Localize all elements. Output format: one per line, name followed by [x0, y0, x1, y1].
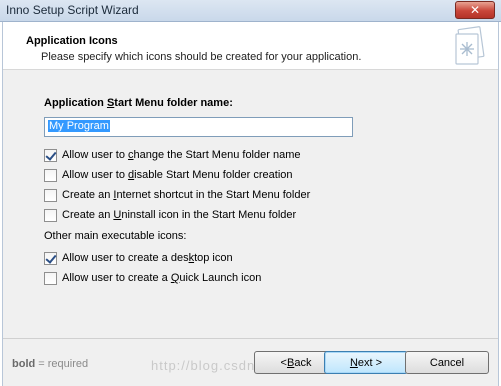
checkbox-box[interactable] [44, 148, 57, 162]
other-icons-label: Other main executable icons: [44, 230, 187, 242]
window-title: Inno Setup Script Wizard [6, 3, 139, 17]
title-bar: Inno Setup Script Wizard ✕ [0, 0, 501, 22]
close-button[interactable]: ✕ [455, 1, 495, 19]
checkbox-box[interactable] [44, 188, 57, 202]
checkbox-box[interactable] [44, 271, 57, 285]
next-button[interactable]: Next > [324, 351, 408, 374]
cancel-button[interactable]: Cancel [405, 351, 489, 374]
checkbox-disable-folder-creation[interactable]: Allow user to disable Start Menu folder … [44, 167, 293, 183]
page-title: Application Icons [26, 35, 118, 47]
start-menu-folder-value: My Program [48, 120, 110, 132]
checkbox-box[interactable] [44, 208, 57, 222]
checkbox-box[interactable] [44, 168, 57, 182]
checkbox-desktop-icon[interactable]: Allow user to create a desktop icon [44, 250, 233, 266]
checkbox-box[interactable] [44, 251, 57, 265]
checkbox-change-folder-name[interactable]: Allow user to change the Start Menu fold… [44, 147, 300, 163]
footer-divider [3, 338, 498, 339]
checkbox-internet-shortcut[interactable]: Create an Internet shortcut in the Start… [44, 187, 310, 203]
page-header: Application Icons Please specify which i… [3, 22, 498, 70]
start-menu-folder-label: Application Start Menu folder name: [44, 97, 233, 109]
required-legend: bold = required [12, 358, 89, 370]
page-subtitle: Please specify which icons should be cre… [41, 51, 362, 63]
checkbox-uninstall-icon[interactable]: Create an Uninstall icon in the Start Me… [44, 207, 296, 223]
start-menu-folder-input[interactable]: My Program [44, 117, 353, 137]
wizard-icon [455, 26, 485, 65]
close-icon: ✕ [469, 3, 481, 17]
wizard-window: Application Icons Please specify which i… [2, 22, 499, 386]
checkbox-quick-launch-icon[interactable]: Allow user to create a Quick Launch icon [44, 270, 261, 286]
